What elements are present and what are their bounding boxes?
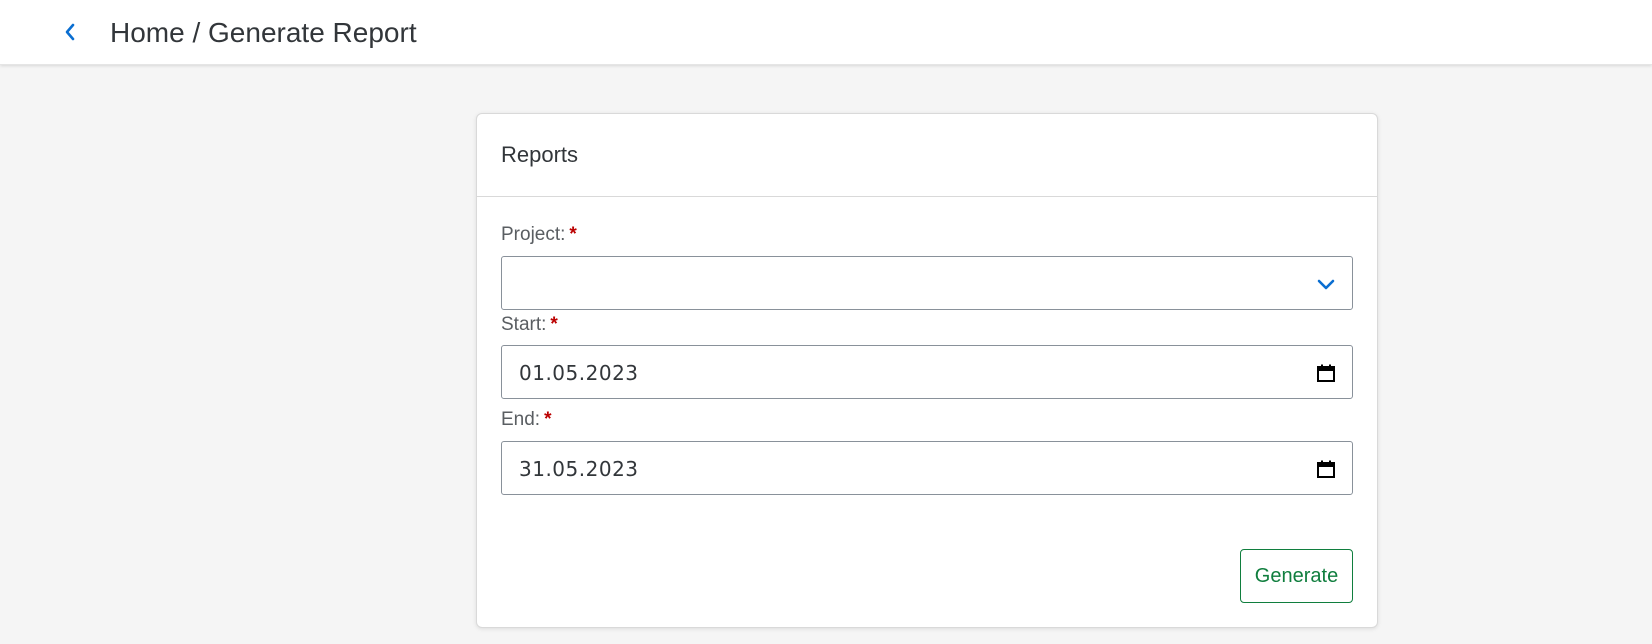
project-select[interactable] <box>501 256 1353 310</box>
reports-card: Reports Project: * Start: * 01.05.2023 End… <box>476 113 1378 628</box>
required-marker: * <box>544 409 552 430</box>
start-date-value: 01.05.2023 <box>519 361 639 385</box>
chevron-down-icon[interactable] <box>1314 272 1338 296</box>
calendar-icon[interactable] <box>1314 361 1338 385</box>
end-date-value: 31.05.2023 <box>519 457 639 481</box>
back-button[interactable] <box>56 16 84 48</box>
card-header: Reports <box>477 114 1377 197</box>
page-title: Home / Generate Report <box>110 17 417 48</box>
start-label: Start: * <box>501 314 558 336</box>
start-date-input[interactable]: 01.05.2023 <box>501 345 1353 399</box>
end-date-input[interactable]: 31.05.2023 <box>501 441 1353 495</box>
required-marker: * <box>550 314 558 335</box>
end-label-text: End: <box>501 409 541 430</box>
generate-button[interactable]: Generate <box>1240 549 1353 603</box>
card-title: Reports <box>501 142 579 167</box>
chevron-left-icon <box>65 23 75 41</box>
project-label-text: Project: <box>501 224 566 245</box>
end-label: End: * <box>501 409 552 431</box>
required-marker: * <box>569 224 577 245</box>
start-label-text: Start: <box>501 314 547 335</box>
shell-header: Home / Generate Report <box>0 0 1652 65</box>
project-label: Project: * <box>501 224 577 246</box>
calendar-icon[interactable] <box>1314 457 1338 481</box>
